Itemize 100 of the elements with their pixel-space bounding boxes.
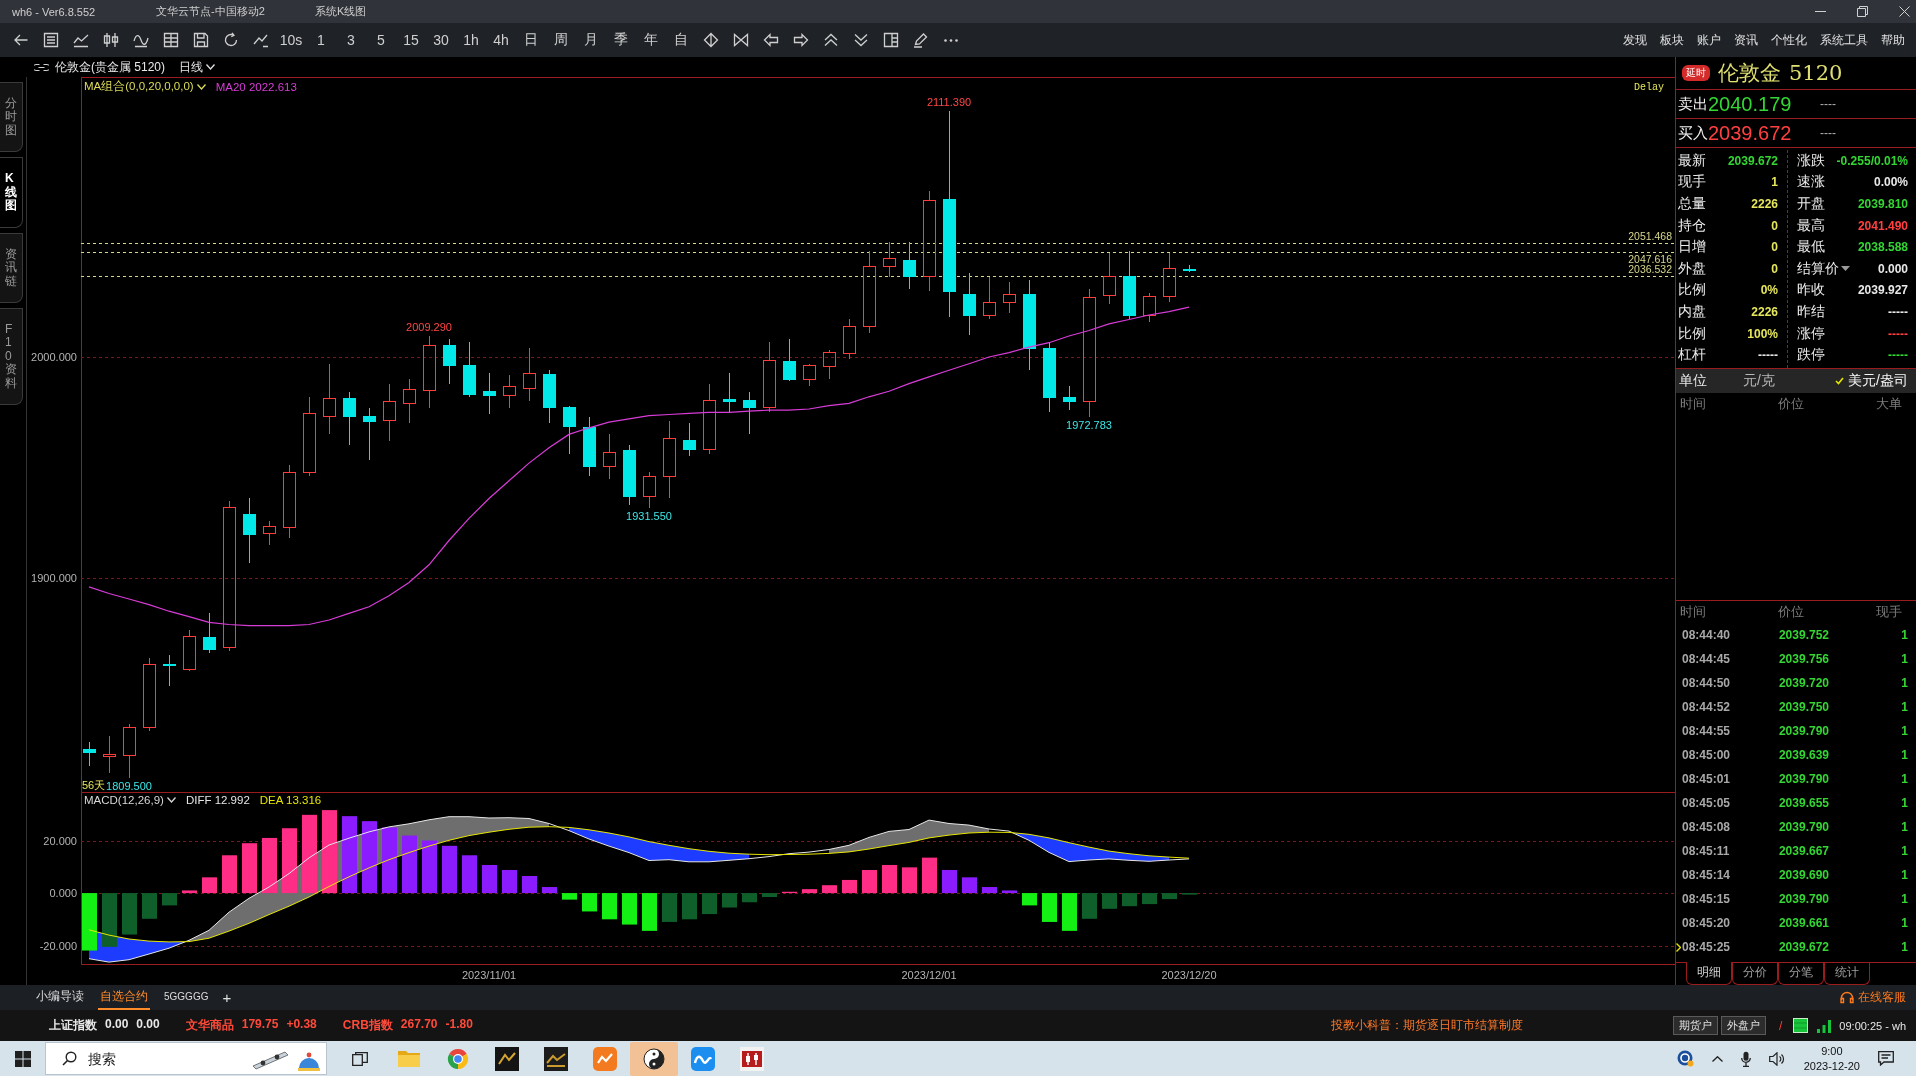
interval-button[interactable]: 30 bbox=[433, 32, 449, 48]
pen-icon[interactable] bbox=[913, 32, 929, 48]
caret-icon[interactable] bbox=[166, 797, 176, 803]
candlestick bbox=[563, 405, 576, 455]
notice-text[interactable]: 投教小科普：期货逐日盯市结算制度 bbox=[1331, 1018, 1523, 1033]
candlestick-icon[interactable] bbox=[103, 32, 119, 48]
bowtie-icon[interactable] bbox=[733, 32, 749, 48]
windows-logo-icon[interactable] bbox=[14, 1050, 31, 1067]
circular-arrow-icon[interactable] bbox=[223, 32, 239, 48]
message-icon[interactable] bbox=[1878, 1051, 1894, 1066]
interval-button[interactable]: 4h bbox=[493, 32, 509, 48]
restore-icon[interactable] bbox=[1857, 6, 1868, 17]
candlestick bbox=[1183, 264, 1196, 273]
zigzag-tile-icon[interactable] bbox=[494, 1046, 519, 1071]
axis-label: 2000.000 bbox=[31, 351, 77, 364]
tricolor-ring-icon[interactable] bbox=[445, 1046, 470, 1071]
stat-dropdown[interactable]: 结算价 bbox=[1797, 259, 1850, 278]
menu-item[interactable]: 个性化 bbox=[1771, 31, 1807, 49]
table-icon[interactable] bbox=[163, 32, 179, 48]
double-chevron-down-icon[interactable] bbox=[853, 32, 869, 48]
arrow-left-icon[interactable] bbox=[13, 32, 29, 48]
stat-value: 2038.588 bbox=[1857, 240, 1908, 255]
menu-item[interactable]: 账户 bbox=[1697, 31, 1721, 49]
line-chart-tile-icon[interactable] bbox=[543, 1046, 568, 1071]
trend-tile-icon[interactable] bbox=[592, 1046, 617, 1071]
microphone-icon[interactable] bbox=[1740, 1050, 1751, 1067]
trade-time: 08:45:20 bbox=[1681, 916, 1732, 930]
stat-label: 最新 bbox=[1678, 151, 1706, 170]
clock-time[interactable]: 9:00 bbox=[1821, 1043, 1843, 1059]
hollow-arrow-left-icon[interactable] bbox=[763, 32, 779, 48]
headset-icon[interactable] bbox=[1840, 991, 1854, 1004]
menu-item[interactable]: 发现 bbox=[1623, 31, 1647, 49]
trade-price: 2039.690 bbox=[1777, 868, 1829, 882]
trend-line-icon[interactable] bbox=[253, 32, 269, 48]
bottom-tab[interactable]: 小编导读 bbox=[34, 985, 86, 1010]
clock-date[interactable]: 2023-12-20 bbox=[1803, 1058, 1860, 1074]
interval-button[interactable]: 日 bbox=[524, 31, 538, 49]
trade-price: 2039.655 bbox=[1777, 796, 1829, 810]
interval-button[interactable]: 周 bbox=[554, 31, 568, 49]
trade-price: 2039.790 bbox=[1777, 820, 1829, 834]
trade-price: 2039.672 bbox=[1777, 940, 1829, 954]
menu-item[interactable]: 资讯 bbox=[1734, 31, 1758, 49]
index-change: +0.38 bbox=[286, 1017, 317, 1033]
split-diamond-icon[interactable] bbox=[703, 32, 719, 48]
caret-icon[interactable] bbox=[206, 64, 216, 70]
interval-button[interactable]: 15 bbox=[403, 32, 419, 48]
search-field[interactable]: 搜索 bbox=[45, 1042, 327, 1075]
hollow-arrow-right-icon[interactable] bbox=[793, 32, 809, 48]
interval-button[interactable]: 季 bbox=[614, 31, 628, 49]
support-link[interactable]: 在线客服 bbox=[1840, 985, 1906, 1010]
candlestick bbox=[323, 363, 336, 435]
stat-value: 0.00% bbox=[1873, 175, 1908, 190]
interval-button[interactable]: 年 bbox=[644, 31, 658, 49]
task-view-icon[interactable] bbox=[351, 1051, 368, 1066]
account-button[interactable]: 外盘户 bbox=[1721, 1016, 1766, 1035]
bottom-tab[interactable]: 5GGGGG bbox=[162, 985, 211, 1010]
candlestick bbox=[443, 338, 456, 385]
delay-badge: 延时 bbox=[1682, 65, 1710, 81]
line-chart-icon[interactable] bbox=[73, 32, 89, 48]
interval-button[interactable]: 月 bbox=[584, 31, 598, 49]
speaker-icon[interactable] bbox=[1768, 1051, 1786, 1066]
candlestick bbox=[883, 241, 896, 278]
caret-icon[interactable] bbox=[196, 83, 206, 90]
interval-button[interactable]: 1h bbox=[463, 32, 479, 48]
menu-item[interactable]: 帮助 bbox=[1881, 31, 1905, 49]
interval-button[interactable]: 1 bbox=[317, 32, 325, 48]
wave-tile-icon[interactable] bbox=[690, 1046, 715, 1071]
more-icon[interactable] bbox=[944, 38, 958, 42]
list-icon[interactable] bbox=[43, 32, 59, 48]
indicator-dropdown[interactable]: MACD(12,26,9) bbox=[84, 794, 176, 806]
unit-option[interactable]: 元/克 bbox=[1743, 372, 1775, 390]
interval-button[interactable]: 5 bbox=[377, 32, 385, 48]
account-button[interactable]: 期货户 bbox=[1673, 1016, 1718, 1035]
menu-item[interactable]: 系统工具 bbox=[1820, 31, 1868, 49]
panel-layout-icon[interactable] bbox=[883, 32, 899, 48]
close-icon[interactable] bbox=[1899, 6, 1910, 17]
side-tab[interactable]: 分时图 bbox=[0, 82, 23, 153]
candle-tile-icon[interactable] bbox=[739, 1046, 764, 1071]
caret-icon[interactable] bbox=[1841, 266, 1850, 272]
round-badge-icon[interactable] bbox=[1676, 1050, 1694, 1067]
detail-tab[interactable]: 明细 bbox=[1686, 962, 1732, 985]
candlestick bbox=[523, 347, 536, 402]
side-tab[interactable]: 资讯链 bbox=[0, 232, 23, 303]
wave-icon[interactable] bbox=[133, 32, 149, 48]
yin-yang-icon[interactable] bbox=[629, 1041, 678, 1076]
interval-button[interactable]: 3 bbox=[347, 32, 355, 48]
add-tab-button[interactable]: + bbox=[222, 985, 232, 1010]
double-chevron-up-icon[interactable] bbox=[823, 32, 839, 48]
interval-button[interactable]: 10s bbox=[279, 32, 303, 48]
stat-label: 涨跌 bbox=[1797, 151, 1825, 170]
indicator-dropdown[interactable]: MA组合(0,0,20,0,0,0) bbox=[84, 79, 206, 94]
chevron-up-icon[interactable] bbox=[1711, 1055, 1723, 1062]
period-dropdown[interactable]: 日线 bbox=[179, 58, 216, 76]
menu-item[interactable]: 板块 bbox=[1660, 31, 1684, 49]
stat-label: 最高 bbox=[1797, 216, 1825, 235]
side-tab[interactable]: F10资料 bbox=[0, 307, 23, 406]
candlestick bbox=[903, 241, 916, 289]
interval-button[interactable]: 自 bbox=[674, 31, 688, 49]
side-tab[interactable]: K线图 bbox=[0, 157, 23, 228]
unit-option[interactable]: 美元/盎司 bbox=[1835, 372, 1908, 390]
